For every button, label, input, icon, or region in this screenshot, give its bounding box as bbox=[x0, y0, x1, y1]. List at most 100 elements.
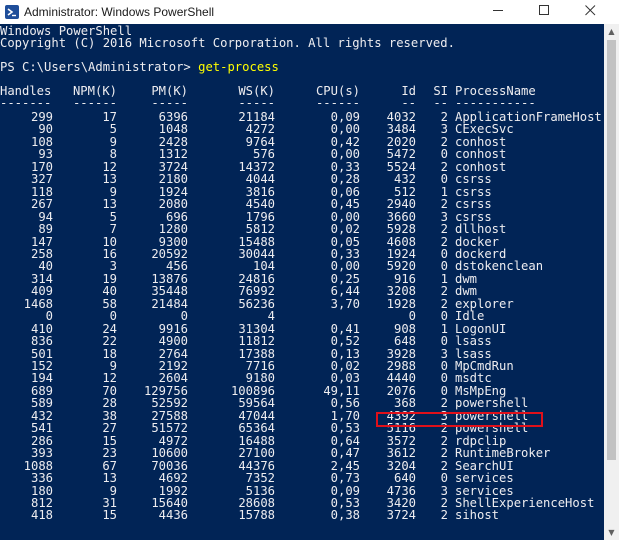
cell-process-name: RuntimeBroker bbox=[455, 446, 551, 460]
table-row: 409 40 35448 76992 6,44 3208 2 dwm bbox=[0, 285, 604, 297]
cell-process-name: services bbox=[455, 471, 514, 485]
cell-cpu: 0,38 bbox=[330, 508, 360, 522]
table-separator: ------- ------ ----- ----- ------ -- -- -------… bbox=[0, 97, 604, 109]
cell-pm: 0 bbox=[180, 309, 188, 323]
cell-cpu: 0,00 bbox=[330, 147, 360, 161]
cell-pm: 10600 bbox=[151, 446, 188, 460]
cell-pm: 21484 bbox=[151, 297, 188, 311]
cell-id: 5116 bbox=[386, 421, 416, 435]
table-row: 812 31 15640 28608 0,53 3420 2 ShellExperienceH… bbox=[0, 497, 604, 509]
cell-ws: 5812 bbox=[245, 222, 275, 236]
cell-id: 5928 bbox=[386, 222, 416, 236]
cell-si: 2 bbox=[440, 197, 448, 211]
cell-ws: 15788 bbox=[238, 508, 275, 522]
cell-npm: 5 bbox=[109, 210, 117, 224]
cell-pm: 1048 bbox=[158, 122, 188, 136]
cell-si: 0 bbox=[440, 371, 448, 385]
powershell-window: Administrator: Windows PowerShell Window… bbox=[0, 0, 619, 540]
cell-cpu: 0,45 bbox=[330, 197, 360, 211]
console-output[interactable]: Windows PowerShell Copyright (C) 2016 Mi… bbox=[0, 24, 604, 540]
cell-id: 640 bbox=[393, 471, 416, 485]
prompt-command: get-process bbox=[198, 60, 279, 74]
cell-si: 0 bbox=[440, 471, 448, 485]
scroll-down-icon[interactable]: ▼ bbox=[604, 525, 619, 540]
cell-cpu: 0,52 bbox=[330, 334, 360, 348]
cell-ws: 11812 bbox=[238, 334, 275, 348]
cell-npm: 16 bbox=[102, 247, 117, 261]
table-row: 327 13 2180 4044 0,28 432 0 csrss bbox=[0, 173, 604, 185]
cell-ws: 7352 bbox=[245, 471, 275, 485]
scroll-thumb[interactable] bbox=[607, 40, 616, 460]
table-row: 147 10 9300 15488 0,05 4608 2 docker bbox=[0, 236, 604, 248]
cell-npm: 13 bbox=[102, 471, 117, 485]
cell-si: 0 bbox=[440, 147, 448, 161]
cell-handles: ------- bbox=[0, 96, 52, 110]
cell-handles: 336 bbox=[30, 471, 53, 485]
table-row: 336 13 4692 7352 0,73 640 0 services bbox=[0, 472, 604, 484]
cell-npm: 27 bbox=[102, 421, 117, 435]
cell-process-name: msdtc bbox=[455, 371, 492, 385]
cell-pm: 1280 bbox=[158, 222, 188, 236]
cell-pm: ----- bbox=[151, 96, 188, 110]
cell-pm: 2080 bbox=[158, 197, 188, 211]
cell-handles: 194 bbox=[30, 371, 53, 385]
cell-id: 2940 bbox=[386, 197, 416, 211]
table-row: 40 3 456 104 0,00 5920 0 dstokenclean bbox=[0, 260, 604, 272]
cell-process-name: csrss bbox=[455, 172, 492, 186]
cell-id: 4440 bbox=[386, 371, 416, 385]
table-row: 152 9 2192 7716 0,02 2988 0 MpCmdRun bbox=[0, 360, 604, 372]
minimize-icon bbox=[492, 5, 504, 20]
scroll-up-icon[interactable]: ▲ bbox=[604, 24, 619, 39]
table-row: 0 0 0 4 0 0 Idle bbox=[0, 310, 604, 322]
cell-ws: 9180 bbox=[245, 371, 275, 385]
cell-pm: 51572 bbox=[151, 421, 188, 435]
cell-npm: 12 bbox=[102, 371, 117, 385]
vertical-scrollbar[interactable]: ▲ ▼ bbox=[604, 24, 619, 540]
cell-cpu: 0,03 bbox=[330, 371, 360, 385]
table-row: 108 9 2428 9764 0,42 2020 2 conhost bbox=[0, 136, 604, 148]
title-bar[interactable]: Administrator: Windows PowerShell bbox=[0, 0, 619, 25]
cell-id: 3208 bbox=[386, 284, 416, 298]
cell-si: 0 bbox=[440, 334, 448, 348]
cell-ws: 4044 bbox=[245, 172, 275, 186]
window-title: Administrator: Windows PowerShell bbox=[24, 5, 215, 19]
minimize-button[interactable] bbox=[475, 0, 521, 24]
maximize-button[interactable] bbox=[521, 0, 567, 24]
table-row: 393 23 10600 27100 0,47 3612 2 RuntimeBroker bbox=[0, 447, 604, 459]
cell-ws: 4 bbox=[267, 309, 275, 323]
cell-npm: ------ bbox=[72, 96, 117, 110]
cell-process-name: lsass bbox=[455, 334, 492, 348]
cell-id: 368 bbox=[393, 396, 416, 410]
cell-process-name: dllhost bbox=[455, 222, 507, 236]
close-button[interactable] bbox=[567, 0, 613, 24]
cell-npm: 3 bbox=[109, 259, 117, 273]
cell-npm: 5 bbox=[109, 122, 117, 136]
cell-id: 0 bbox=[408, 309, 416, 323]
cell-cpu: ------ bbox=[315, 96, 360, 110]
cell-npm: 8 bbox=[109, 147, 117, 161]
cell-handles: 393 bbox=[30, 446, 53, 460]
cell-handles: 40 bbox=[38, 259, 53, 273]
table-row: 194 12 2604 9180 0,03 4440 0 msdtc bbox=[0, 372, 604, 384]
cell-cpu: 0,28 bbox=[330, 172, 360, 186]
cell-cpu: 0,47 bbox=[330, 446, 360, 460]
cell-ws: 65364 bbox=[238, 421, 275, 435]
cell-id: 3612 bbox=[386, 446, 416, 460]
cell-npm: 0 bbox=[109, 309, 117, 323]
cell-pm: 2180 bbox=[158, 172, 188, 186]
table-row: 836 22 4900 11812 0,52 648 0 lsass bbox=[0, 335, 604, 347]
cell-ws: 27100 bbox=[238, 446, 275, 460]
cell-npm: 13 bbox=[102, 172, 117, 186]
cell-npm: 58 bbox=[102, 297, 117, 311]
cell-ws: 4540 bbox=[245, 197, 275, 211]
cell-handles: 327 bbox=[30, 172, 53, 186]
cell-handles: 409 bbox=[30, 284, 53, 298]
table-row: 93 8 1312 576 0,00 5472 0 conhost bbox=[0, 148, 604, 160]
cell-ws: 104 bbox=[252, 259, 275, 273]
cell-pm: 4900 bbox=[158, 334, 188, 348]
cell-cpu: 0,53 bbox=[330, 421, 360, 435]
cell-si: 0 bbox=[440, 309, 448, 323]
cell-process-name: powershell bbox=[455, 396, 529, 410]
cell-si: 2 bbox=[440, 421, 448, 435]
cell-handles: 0 bbox=[45, 309, 53, 323]
